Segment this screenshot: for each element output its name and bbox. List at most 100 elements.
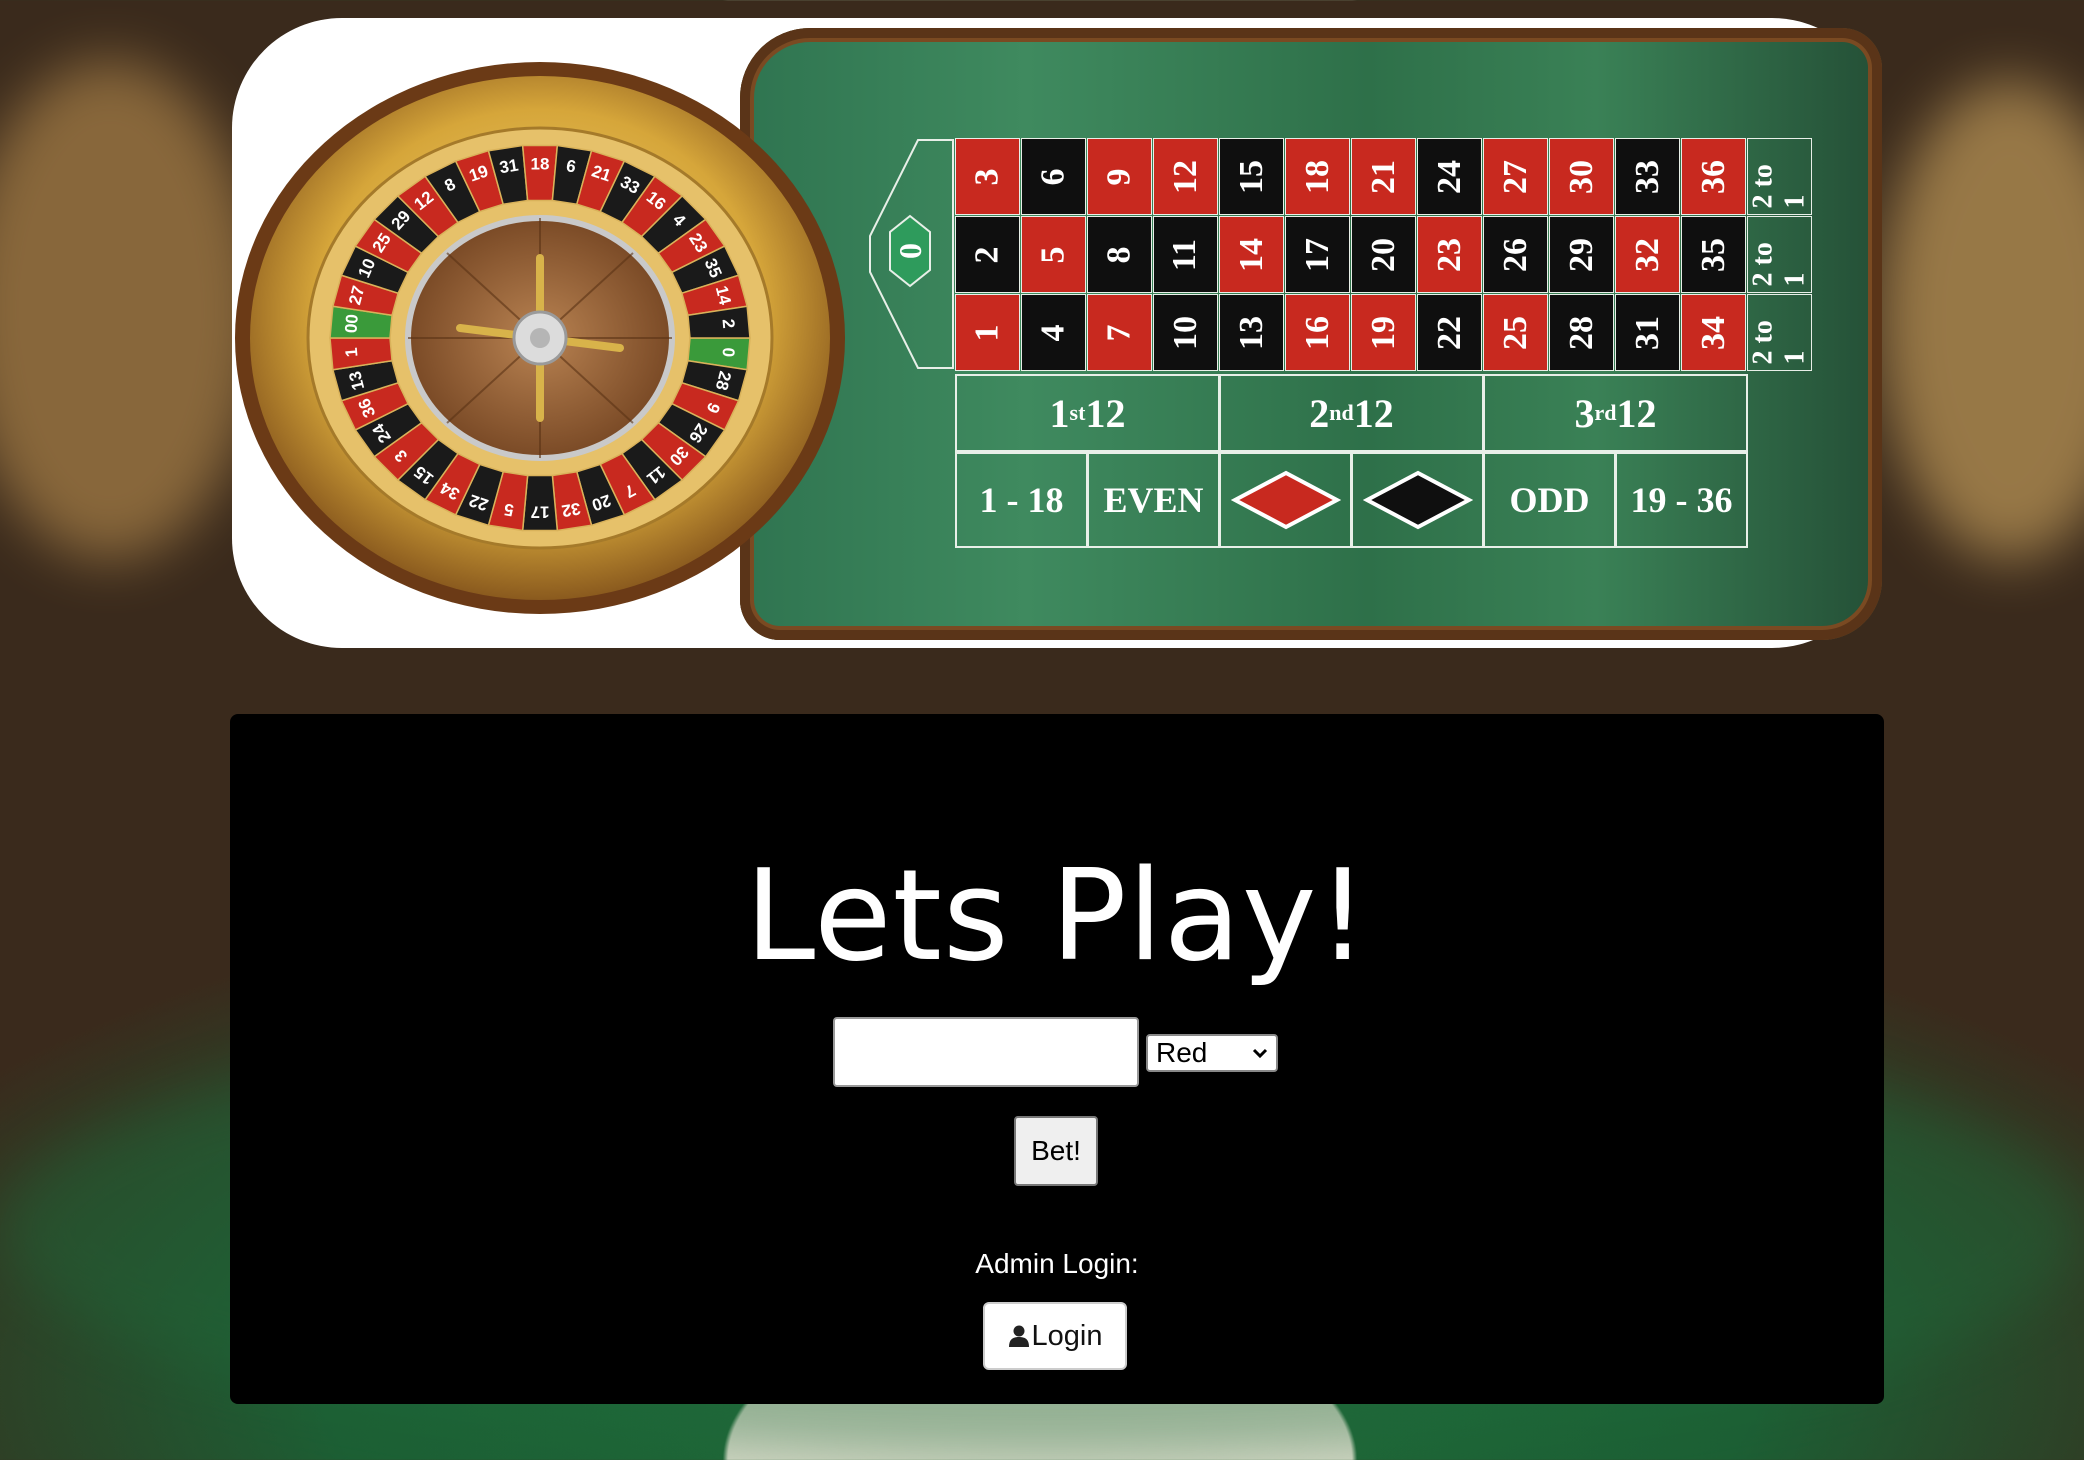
number-cell[interactable]: 35 xyxy=(1681,216,1746,293)
number-cell[interactable]: 34 xyxy=(1681,294,1746,371)
number-label: 30 xyxy=(1562,159,1600,194)
number-cell[interactable]: 36 xyxy=(1681,138,1746,215)
number-label: 34 xyxy=(1694,315,1732,350)
number-label: 15 xyxy=(1232,159,1270,194)
wheel-number-label: 0 xyxy=(719,347,739,358)
number-cell[interactable]: 15 xyxy=(1219,138,1284,215)
login-button[interactable]: Login xyxy=(983,1302,1127,1370)
number-label: 28 xyxy=(1562,315,1600,350)
outside-bet-cell[interactable]: ODD xyxy=(1483,452,1616,548)
dozen-suffix: rd xyxy=(1594,400,1617,425)
number-cell[interactable]: 31 xyxy=(1615,294,1680,371)
number-cell[interactable]: 17 xyxy=(1285,216,1350,293)
wheel-number-label: 32 xyxy=(560,499,582,521)
number-cell[interactable]: 13 xyxy=(1219,294,1284,371)
number-cell[interactable]: 12 xyxy=(1153,138,1218,215)
number-label: 31 xyxy=(1628,315,1666,350)
bet-color-select[interactable]: Red xyxy=(1146,1034,1278,1072)
outside-bet-cell[interactable]: EVEN xyxy=(1087,452,1220,548)
number-cell[interactable]: 3 xyxy=(955,138,1020,215)
number-cell[interactable]: 10 xyxy=(1153,294,1218,371)
number-cell[interactable]: 16 xyxy=(1285,294,1350,371)
backdrop-light-left xyxy=(0,60,260,560)
column-bet-label: 2 to 1 xyxy=(1747,241,1811,286)
bet-button[interactable]: Bet! xyxy=(1014,1116,1098,1186)
number-cell[interactable]: 26 xyxy=(1483,216,1548,293)
number-cell[interactable]: 14 xyxy=(1219,216,1284,293)
zero-bet-area[interactable]: 0 xyxy=(868,138,958,370)
bet-amount-input[interactable] xyxy=(833,1017,1139,1087)
bet-panel: Lets Play! Red Bet! Admin Login: Login xyxy=(230,714,1884,1404)
outside-bet-cell[interactable]: 19 - 36 xyxy=(1615,452,1748,548)
number-cell[interactable]: 32 xyxy=(1615,216,1680,293)
number-cell[interactable]: 4 xyxy=(1021,294,1086,371)
column-bet-cell[interactable]: 2 to 1 xyxy=(1747,294,1812,371)
dozen-num: 1 xyxy=(1049,390,1070,436)
number-label: 26 xyxy=(1496,237,1534,272)
number-label: 17 xyxy=(1298,237,1336,272)
number-cell[interactable]: 1 xyxy=(955,294,1020,371)
black-diamond-icon xyxy=(1362,470,1473,530)
chevron-down-icon xyxy=(1252,1048,1268,1059)
user-icon xyxy=(1008,1325,1029,1347)
number-cell[interactable]: 2 xyxy=(955,216,1020,293)
dozen-num: 2 xyxy=(1309,390,1330,436)
outside-bet-label: ODD xyxy=(1509,480,1590,520)
wheel-graphic: 0289263011720321752234153243613100271025… xyxy=(235,62,845,614)
outside-bet-cell[interactable]: 1 - 18 xyxy=(955,452,1088,548)
number-cell[interactable]: 27 xyxy=(1483,138,1548,215)
dozen-rest: 12 xyxy=(1085,390,1126,436)
number-label: 6 xyxy=(1034,168,1072,185)
number-cell[interactable]: 25 xyxy=(1483,294,1548,371)
number-label: 24 xyxy=(1430,159,1468,194)
dozen-bet-1[interactable]: 1st 12 xyxy=(955,374,1220,452)
column-bet-cell[interactable]: 2 to 1 xyxy=(1747,138,1812,215)
wheel-number-label: 2 xyxy=(719,318,739,329)
number-cell[interactable]: 23 xyxy=(1417,216,1482,293)
number-label: 33 xyxy=(1628,159,1666,194)
number-cell[interactable]: 33 xyxy=(1615,138,1680,215)
number-label: 10 xyxy=(1166,315,1204,350)
roulette-wheel: 0 28 9 26 30 11 7 20 32 17 5 22 34 15 3 24 36 13 1 00 27 10 25… xyxy=(235,58,855,618)
number-cell[interactable]: 5 xyxy=(1021,216,1086,293)
number-label: 8 xyxy=(1100,246,1138,263)
red-bet-diamond[interactable] xyxy=(1219,452,1352,548)
number-cell[interactable]: 7 xyxy=(1087,294,1152,371)
number-label: 14 xyxy=(1232,237,1270,272)
number-label: 13 xyxy=(1232,315,1270,350)
number-label: 36 xyxy=(1694,159,1732,194)
number-label: 35 xyxy=(1694,237,1732,272)
dozen-suffix: nd xyxy=(1329,400,1354,425)
number-label: 5 xyxy=(1034,246,1072,263)
dozen-bet-2[interactable]: 2nd 12 xyxy=(1219,374,1484,452)
zero-label: 0 xyxy=(891,243,928,259)
dozen-bet-3[interactable]: 3rd 12 xyxy=(1483,374,1748,452)
number-cell[interactable]: 11 xyxy=(1153,216,1218,293)
number-cell[interactable]: 6 xyxy=(1021,138,1086,215)
number-cell[interactable]: 9 xyxy=(1087,138,1152,215)
number-cell[interactable]: 21 xyxy=(1351,138,1416,215)
wheel-number-label: 18 xyxy=(531,155,550,174)
column-bet-cell[interactable]: 2 to 1 xyxy=(1747,216,1812,293)
black-bet-diamond[interactable] xyxy=(1351,452,1484,548)
dozen-suffix: st xyxy=(1069,400,1086,425)
number-label: 4 xyxy=(1034,324,1072,341)
number-cell[interactable]: 24 xyxy=(1417,138,1482,215)
number-cell[interactable]: 18 xyxy=(1285,138,1350,215)
number-cell[interactable]: 22 xyxy=(1417,294,1482,371)
number-cell[interactable]: 20 xyxy=(1351,216,1416,293)
wheel-number-label: 1 xyxy=(342,347,362,358)
number-cell[interactable]: 8 xyxy=(1087,216,1152,293)
wheel-number-label: 00 xyxy=(341,313,361,333)
wheel-number-label: 31 xyxy=(498,155,520,177)
number-cell[interactable]: 29 xyxy=(1549,216,1614,293)
number-cell[interactable]: 28 xyxy=(1549,294,1614,371)
number-label: 21 xyxy=(1364,159,1402,194)
number-cell[interactable]: 30 xyxy=(1549,138,1614,215)
number-label: 9 xyxy=(1100,168,1138,185)
admin-login-label: Admin Login: xyxy=(975,1248,1139,1279)
number-label: 12 xyxy=(1166,159,1204,194)
red-diamond-icon xyxy=(1230,470,1341,530)
outside-bet-label: 19 - 36 xyxy=(1630,480,1733,520)
number-cell[interactable]: 19 xyxy=(1351,294,1416,371)
